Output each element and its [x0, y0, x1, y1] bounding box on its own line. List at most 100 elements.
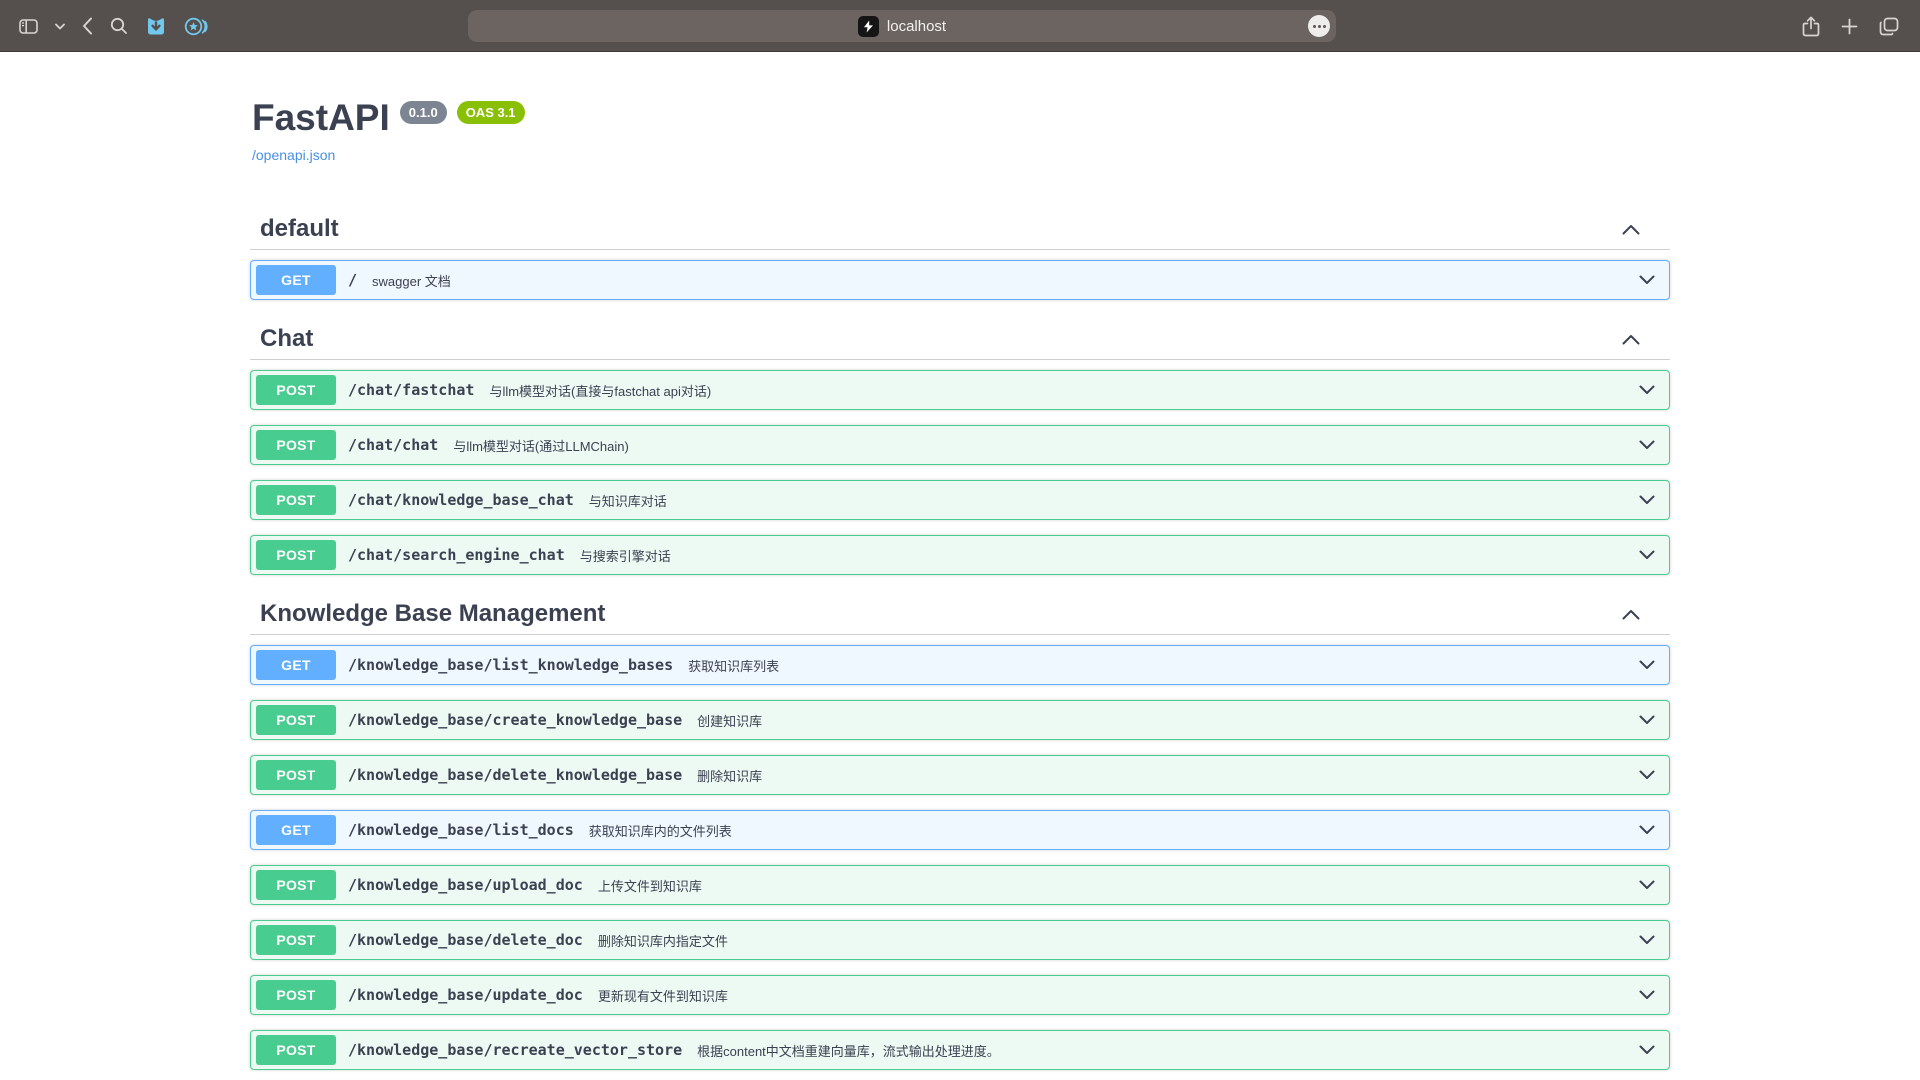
site-favicon: [858, 16, 879, 37]
chevron-down-icon: [1639, 1045, 1655, 1055]
method-badge: POST: [256, 705, 336, 735]
endpoint-path: /chat/chat: [348, 436, 438, 454]
method-badge: GET: [256, 815, 336, 845]
extension-download-button[interactable]: [142, 12, 170, 40]
chevron-down-icon: [1639, 770, 1655, 780]
endpoint-path: /chat/knowledge_base_chat: [348, 491, 574, 509]
page-menu-button[interactable]: [1308, 15, 1330, 37]
endpoint-row[interactable]: POST /knowledge_base/delete_knowledge_ba…: [250, 755, 1670, 795]
version-badge: 0.1.0: [400, 101, 447, 124]
url-text: localhost: [887, 18, 946, 35]
section-title: Knowledge Base Management: [260, 600, 605, 628]
extension-bookmark-download-icon: [145, 15, 167, 37]
ellipsis-icon: [1313, 25, 1316, 28]
endpoint-description: 删除知识库内指定文件: [598, 931, 728, 950]
page-title: FastAPI: [252, 98, 390, 138]
chevron-up-icon: [1622, 334, 1640, 345]
oas-badge: OAS 3.1: [457, 101, 525, 124]
section-header[interactable]: Chat: [250, 315, 1670, 360]
endpoint-row[interactable]: POST /knowledge_base/upload_doc 上传文件到知识库: [250, 865, 1670, 905]
endpoint-description: 更新现有文件到知识库: [598, 986, 728, 1005]
endpoint-description: 与知识库对话: [589, 491, 667, 510]
method-badge: POST: [256, 485, 336, 515]
chevron-down-icon: [1639, 440, 1655, 450]
endpoint-path: /chat/search_engine_chat: [348, 546, 565, 564]
endpoint-description: 与llm模型对话(通过LLMChain): [453, 436, 629, 455]
browser-toolbar: localhost: [0, 0, 1920, 52]
endpoint-description: 与llm模型对话(直接与fastchat api对话): [489, 381, 711, 400]
search-icon: [110, 17, 128, 35]
endpoint-description: 与搜索引擎对话: [580, 546, 671, 565]
api-tag-section: Chat POST /chat/fastchat 与llm模型对话(直接与fas…: [250, 315, 1670, 575]
method-badge: POST: [256, 430, 336, 460]
chevron-down-icon: [1639, 935, 1655, 945]
endpoint-description: 根据content中文档重建向量库，流式输出处理进度。: [697, 1041, 1000, 1060]
swagger-page: FastAPI 0.1.0 OAS 3.1 /openapi.json defa…: [0, 52, 1920, 1080]
sidebar-icon: [19, 19, 38, 34]
back-button[interactable]: [79, 14, 96, 38]
api-sections: default GET / swagger 文档 Chat POST /chat…: [250, 205, 1670, 1070]
endpoint-path: /knowledge_base/recreate_vector_store: [348, 1041, 682, 1059]
section-header[interactable]: Knowledge Base Management: [250, 590, 1670, 635]
endpoint-description: 上传文件到知识库: [598, 876, 702, 895]
method-badge: POST: [256, 925, 336, 955]
method-badge: POST: [256, 870, 336, 900]
tab-overview-button[interactable]: [1876, 14, 1902, 39]
extension-focus-button[interactable]: [181, 13, 211, 40]
method-badge: POST: [256, 980, 336, 1010]
endpoint-row[interactable]: POST /chat/search_engine_chat 与搜索引擎对话: [250, 535, 1670, 575]
lightning-bolt-icon: [862, 20, 875, 33]
chevron-down-icon: [1639, 990, 1655, 1000]
openapi-spec-link[interactable]: /openapi.json: [252, 147, 335, 163]
method-badge: POST: [256, 1035, 336, 1065]
endpoint-path: /knowledge_base/list_docs: [348, 821, 574, 839]
extension-focus-star-icon: [184, 16, 208, 37]
section-endpoints: POST /chat/fastchat 与llm模型对话(直接与fastchat…: [250, 370, 1670, 575]
endpoint-row[interactable]: POST /chat/knowledge_base_chat 与知识库对话: [250, 480, 1670, 520]
chevron-down-icon: [1639, 825, 1655, 835]
endpoint-row[interactable]: POST /chat/fastchat 与llm模型对话(直接与fastchat…: [250, 370, 1670, 410]
sidebar-menu-button[interactable]: [52, 20, 68, 33]
endpoint-path: /knowledge_base/upload_doc: [348, 876, 583, 894]
section-header[interactable]: default: [250, 205, 1670, 250]
share-icon: [1802, 16, 1820, 37]
address-bar[interactable]: localhost: [468, 10, 1336, 42]
method-badge: POST: [256, 540, 336, 570]
endpoint-description: 获取知识库列表: [688, 656, 779, 675]
chevron-down-icon: [1639, 385, 1655, 395]
chevron-down-icon: [55, 23, 65, 30]
chevron-down-icon: [1639, 715, 1655, 725]
api-tag-section: default GET / swagger 文档: [250, 205, 1670, 300]
sidebar-toggle-button[interactable]: [16, 16, 41, 37]
endpoint-path: /: [348, 271, 357, 289]
endpoint-row[interactable]: GET /knowledge_base/list_docs 获取知识库内的文件列…: [250, 810, 1670, 850]
method-badge: POST: [256, 375, 336, 405]
endpoint-row[interactable]: POST /knowledge_base/create_knowledge_ba…: [250, 700, 1670, 740]
new-tab-button[interactable]: [1838, 15, 1861, 38]
chevron-down-icon: [1639, 660, 1655, 670]
chevron-left-icon: [82, 17, 93, 35]
section-endpoints: GET /knowledge_base/list_knowledge_bases…: [250, 645, 1670, 1070]
plus-icon: [1841, 18, 1858, 35]
section-title: default: [260, 215, 339, 243]
share-button[interactable]: [1799, 13, 1823, 40]
endpoint-description: 删除知识库: [697, 766, 762, 785]
method-badge: GET: [256, 650, 336, 680]
endpoint-row[interactable]: POST /knowledge_base/recreate_vector_sto…: [250, 1030, 1670, 1070]
api-info: FastAPI 0.1.0 OAS 3.1 /openapi.json: [250, 98, 1670, 165]
search-button[interactable]: [107, 14, 131, 38]
endpoint-path: /knowledge_base/create_knowledge_base: [348, 711, 682, 729]
endpoint-row[interactable]: POST /knowledge_base/delete_doc 删除知识库内指定…: [250, 920, 1670, 960]
endpoint-row[interactable]: GET /knowledge_base/list_knowledge_bases…: [250, 645, 1670, 685]
api-tag-section: Knowledge Base Management GET /knowledge…: [250, 590, 1670, 1070]
endpoint-description: swagger 文档: [372, 271, 451, 290]
endpoint-row[interactable]: POST /chat/chat 与llm模型对话(通过LLMChain): [250, 425, 1670, 465]
section-endpoints: GET / swagger 文档: [250, 260, 1670, 300]
endpoint-path: /chat/fastchat: [348, 381, 474, 399]
endpoint-row[interactable]: GET / swagger 文档: [250, 260, 1670, 300]
chevron-down-icon: [1639, 495, 1655, 505]
chevron-down-icon: [1639, 880, 1655, 890]
endpoint-row[interactable]: POST /knowledge_base/update_doc 更新现有文件到知…: [250, 975, 1670, 1015]
endpoint-description: 获取知识库内的文件列表: [589, 821, 732, 840]
tab-overview-icon: [1879, 17, 1899, 36]
